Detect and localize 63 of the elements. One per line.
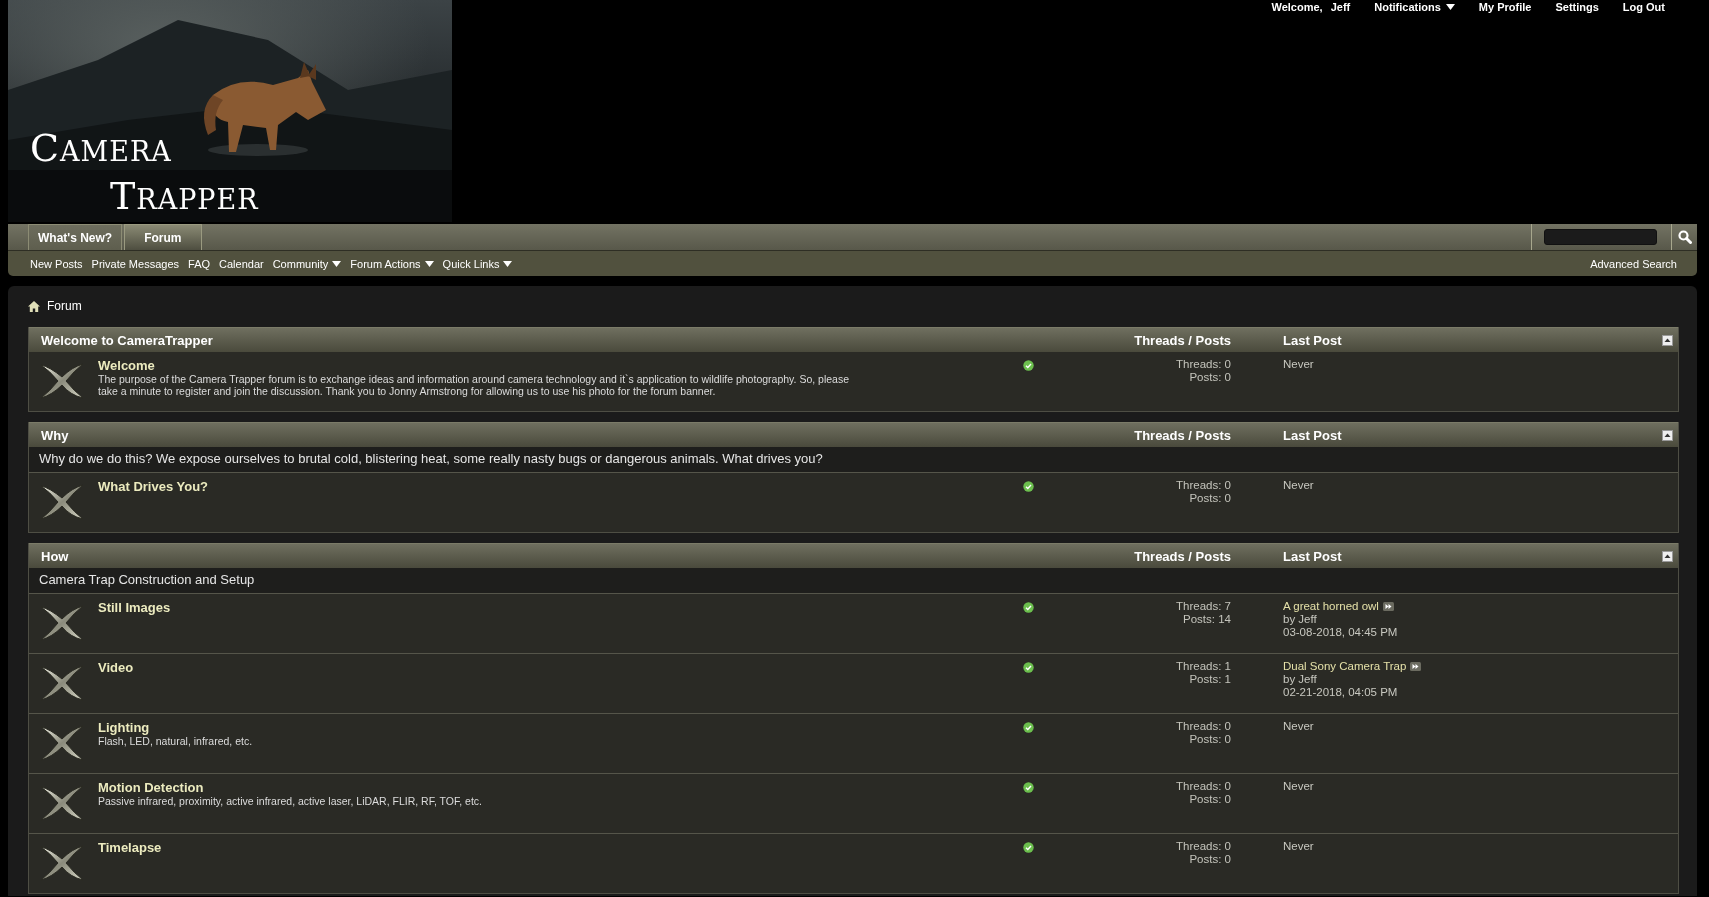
forum-title[interactable]: Timelapse	[98, 840, 162, 855]
last-post-date: 02-21-2018, 04:05 PM	[1283, 686, 1398, 699]
nav-link[interactable]: FAQ	[188, 257, 211, 270]
menu-link[interactable]: Quick Links	[442, 257, 513, 270]
user-link[interactable]: Log Out	[1622, 1, 1665, 13]
post-count: Posts: 0	[1189, 492, 1231, 505]
menu-link[interactable]: Notifications	[1374, 1, 1455, 13]
post-count: Posts: 0	[1189, 793, 1231, 806]
forum-title[interactable]: Welcome	[98, 358, 155, 373]
forum-title[interactable]: What Drives You?	[98, 479, 209, 494]
last-post-date: 03-08-2018, 04:45 PM	[1283, 626, 1398, 639]
logo-text: Camera	[30, 125, 173, 172]
last-post-text: Never	[1283, 840, 1314, 853]
forum-title[interactable]: Still Images	[98, 600, 171, 615]
user-link[interactable]: My Profile	[1478, 1, 1532, 13]
last-post-author: by Jeff	[1283, 613, 1317, 626]
section-title: How	[40, 548, 70, 564]
nav-link[interactable]: Calendar	[219, 257, 264, 270]
welcome-text: Welcome,	[1271, 1, 1323, 13]
section-title: Welcome to CameraTrapper	[40, 332, 214, 348]
column-header: Last Post	[1283, 427, 1342, 443]
forum-title[interactable]: Video	[98, 660, 134, 675]
last-post-text: Never	[1283, 358, 1314, 371]
logo-text: Trapper	[109, 173, 259, 220]
post-count: Posts: 14	[1183, 613, 1231, 626]
breadcrumb-link[interactable]: Forum	[47, 299, 82, 313]
column-header: Threads / Posts	[1133, 332, 1231, 348]
last-post-link[interactable]: Dual Sony Camera Trap	[1283, 660, 1407, 673]
thread-count: Threads: 0	[1176, 720, 1231, 733]
forum-description: Flash, LED, natural, infrared, etc.	[98, 735, 254, 747]
forum-description: The purpose of the Camera Trapper forum is to exchange ideas and information around camera technology and it`s application to wildlife photography. So, please take a minute to register and join the discussion. Thank you to Jonny Armstrong for allowing us to use his photo for the forum banner.	[98, 373, 850, 397]
last-post-text: Never	[1283, 720, 1314, 733]
nav-tab[interactable]: What's New?	[28, 224, 123, 250]
last-post-text: Never	[1283, 479, 1314, 492]
nav-link[interactable]: Private Messages	[91, 257, 179, 270]
column-header: Last Post	[1283, 332, 1342, 348]
section-title: Why	[40, 427, 70, 443]
forum-description: Passive infrared, proximity, active infrared, active laser, LiDAR, FLIR, RF, TOF, etc.	[98, 795, 483, 807]
thread-count: Threads: 0	[1176, 780, 1231, 793]
last-post-text: Never	[1283, 780, 1314, 793]
last-post-link[interactable]: A great horned owl	[1283, 600, 1379, 613]
thread-count: Threads: 0	[1176, 479, 1231, 492]
advanced-search-link[interactable]: Advanced Search	[1590, 257, 1677, 270]
post-count: Posts: 0	[1189, 371, 1231, 384]
user-link[interactable]: Settings	[1555, 1, 1599, 13]
post-count: Posts: 0	[1189, 853, 1231, 866]
menu-link[interactable]: Community	[272, 257, 342, 270]
column-header: Threads / Posts	[1133, 427, 1231, 443]
nav-link[interactable]: New Posts	[30, 257, 83, 270]
post-count: Posts: 0	[1189, 733, 1231, 746]
thread-count: Threads: 0	[1176, 358, 1231, 371]
forum-title[interactable]: Motion Detection	[98, 780, 204, 795]
column-header: Threads / Posts	[1133, 548, 1231, 564]
menu-link[interactable]: Forum Actions	[350, 257, 434, 270]
column-header: Last Post	[1283, 548, 1342, 564]
nav-tab[interactable]: Forum	[124, 224, 202, 250]
last-post-author: by Jeff	[1283, 673, 1317, 686]
thread-count: Threads: 1	[1176, 660, 1231, 673]
forum-title[interactable]: Lighting	[98, 720, 150, 735]
thread-count: Threads: 0	[1176, 840, 1231, 853]
thread-count: Threads: 7	[1176, 600, 1231, 613]
username: Jeff	[1330, 1, 1351, 13]
post-count: Posts: 1	[1189, 673, 1231, 686]
